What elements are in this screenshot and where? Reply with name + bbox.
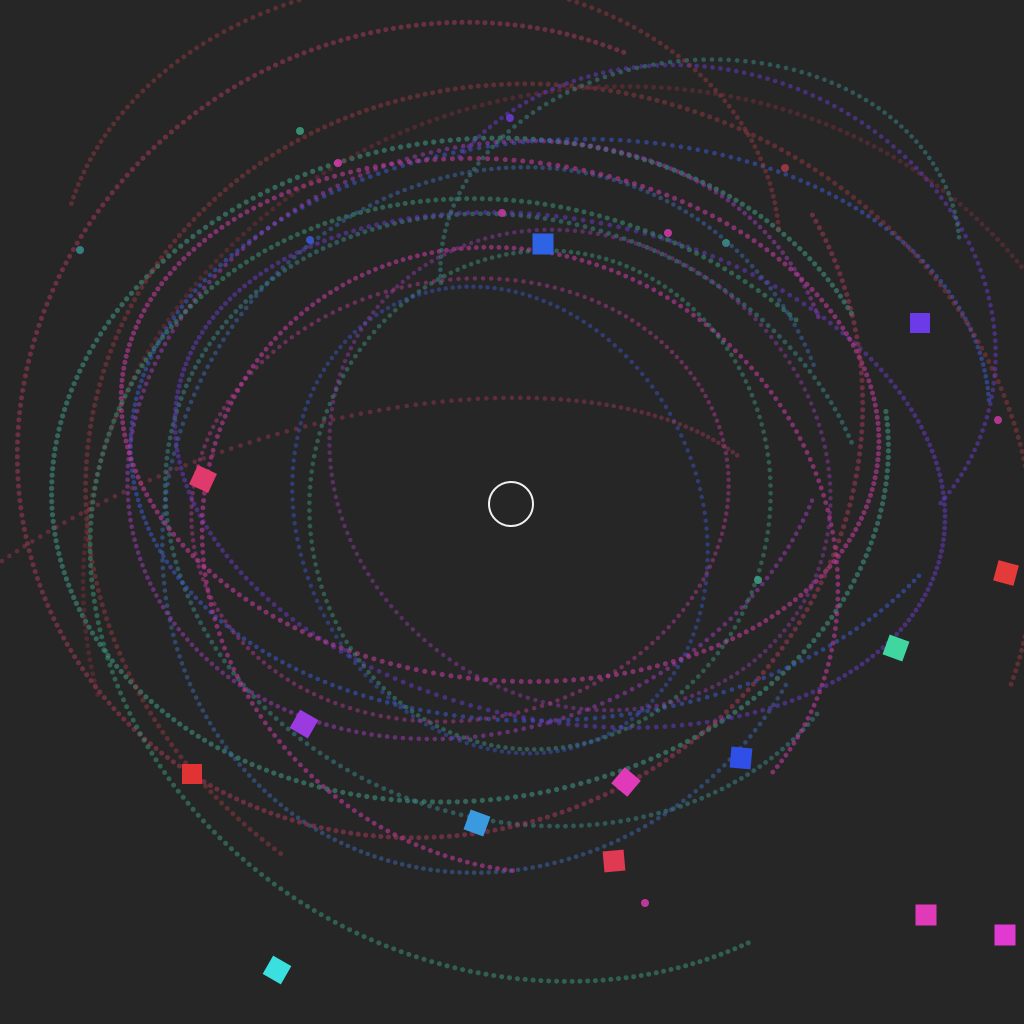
- square-blue-top: [532, 233, 554, 255]
- square-magenta-corner: [994, 924, 1016, 946]
- trail-head-dot: [306, 236, 314, 244]
- trail-head-dot: [754, 576, 762, 584]
- trail-head-dot: [498, 209, 506, 217]
- trail-head-dot: [641, 899, 649, 907]
- square-blue-lower: [729, 746, 753, 770]
- trail-head-dot: [664, 229, 672, 237]
- trail-head-dot: [781, 164, 789, 172]
- trail-head-dot: [76, 246, 84, 254]
- trail-head-dot: [722, 239, 730, 247]
- square-red-bottom: [602, 849, 626, 873]
- square-magenta-bottom: [915, 904, 937, 926]
- trail-head-dot: [296, 127, 304, 135]
- square-violet-right: [910, 313, 930, 333]
- trail-head-dot: [506, 114, 514, 122]
- square-red-left: [182, 764, 202, 784]
- orbit-canvas: [0, 0, 1024, 1024]
- trail-head-dot: [994, 416, 1002, 424]
- trail-head-dot: [334, 159, 342, 167]
